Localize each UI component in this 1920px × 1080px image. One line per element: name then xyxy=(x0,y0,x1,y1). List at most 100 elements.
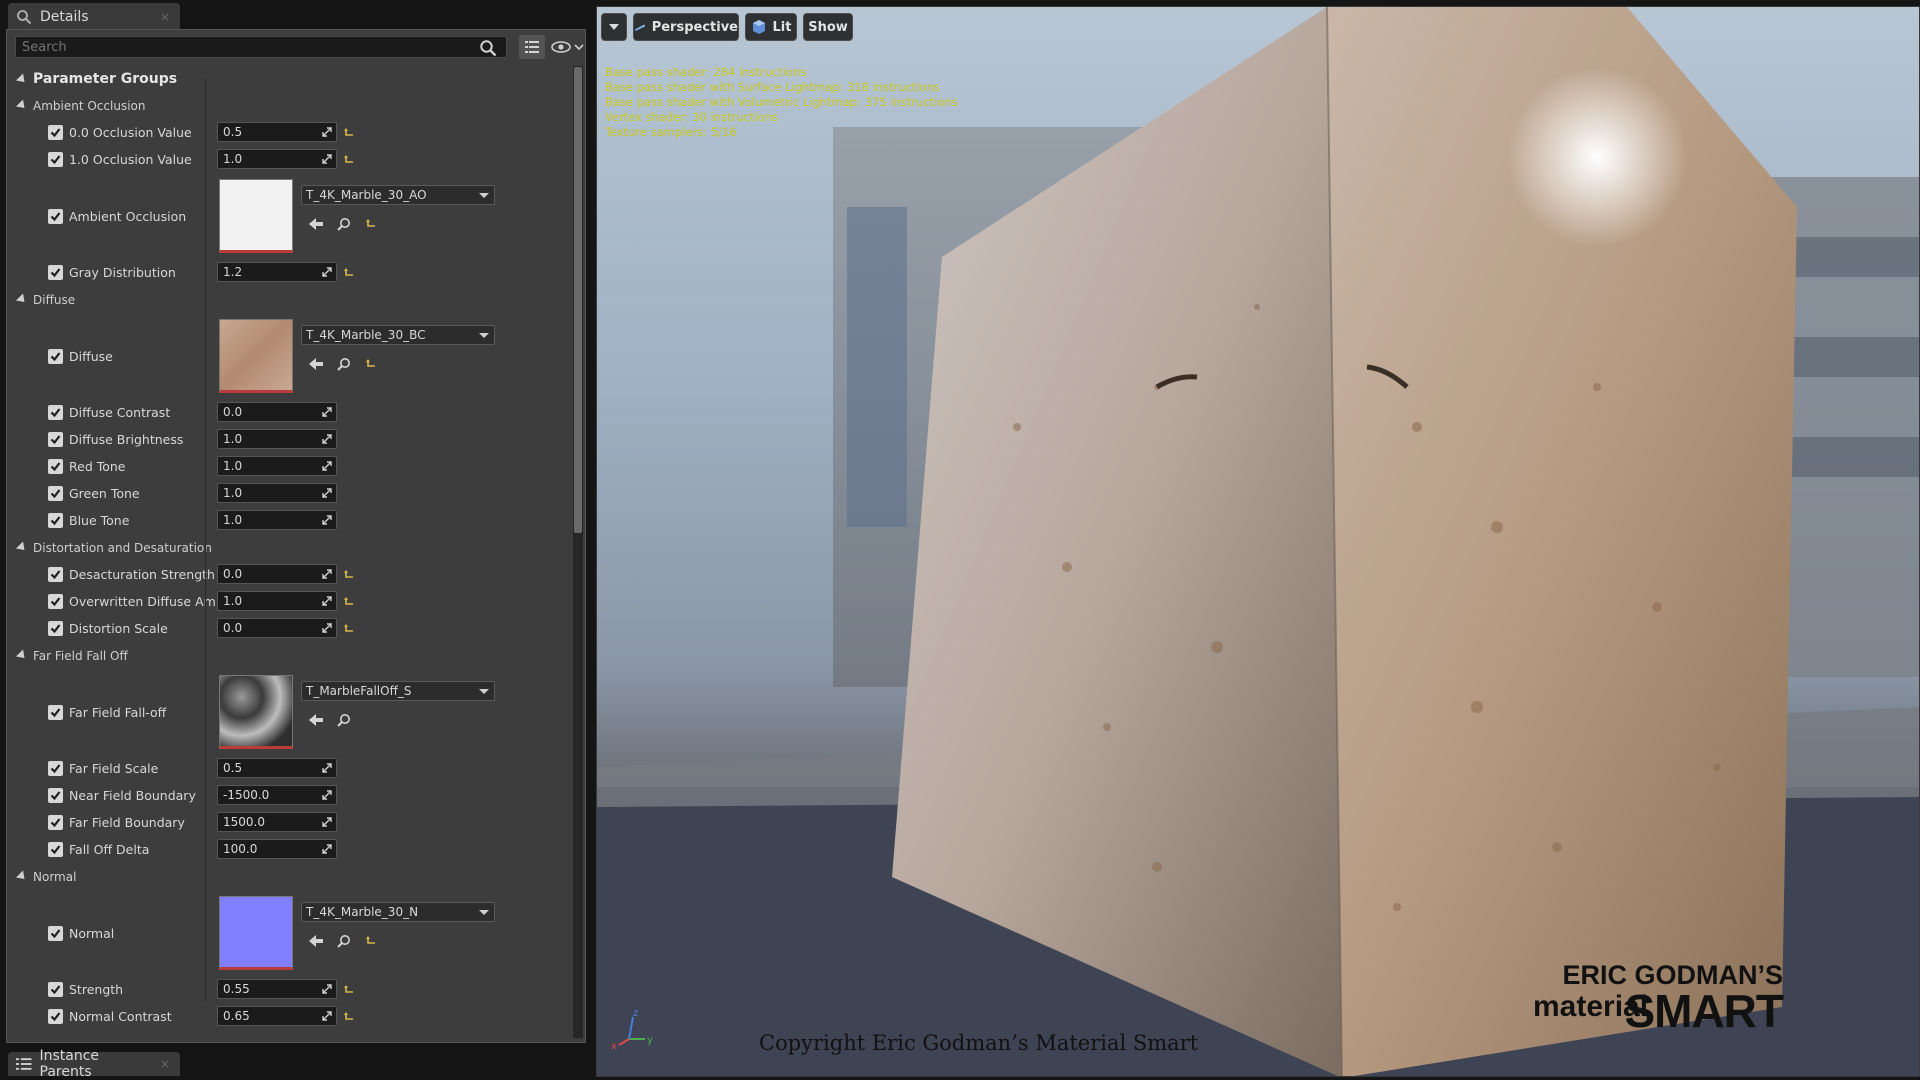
drag-adjust-icon[interactable] xyxy=(321,843,333,855)
value-field[interactable]: 1.0 xyxy=(217,456,337,476)
override-checkbox[interactable] xyxy=(48,815,63,830)
reset-to-default-icon[interactable] xyxy=(343,569,355,581)
value-field[interactable]: 1.2 xyxy=(217,262,337,282)
override-checkbox[interactable] xyxy=(48,842,63,857)
drag-adjust-icon[interactable] xyxy=(321,816,333,828)
expand-arrow-icon[interactable] xyxy=(15,72,29,86)
reset-to-default-icon[interactable] xyxy=(343,596,355,608)
override-checkbox[interactable] xyxy=(48,926,63,941)
override-checkbox[interactable] xyxy=(48,459,63,474)
drag-adjust-icon[interactable] xyxy=(321,153,333,165)
texture-thumbnail[interactable] xyxy=(219,319,293,393)
drag-adjust-icon[interactable] xyxy=(321,406,333,418)
drag-adjust-icon[interactable] xyxy=(321,983,333,995)
override-checkbox[interactable] xyxy=(48,405,63,420)
drag-adjust-icon[interactable] xyxy=(321,789,333,801)
drag-adjust-icon[interactable] xyxy=(321,568,333,580)
override-checkbox[interactable] xyxy=(48,432,63,447)
drag-adjust-icon[interactable] xyxy=(321,433,333,445)
search-input[interactable] xyxy=(15,36,507,58)
value-field[interactable]: 1.0 xyxy=(217,510,337,530)
drag-adjust-icon[interactable] xyxy=(321,1010,333,1022)
override-checkbox[interactable] xyxy=(48,621,63,636)
expand-arrow-icon[interactable] xyxy=(15,293,29,306)
viewport-options-button[interactable] xyxy=(601,13,627,41)
details-tab[interactable]: Details × xyxy=(8,3,180,31)
column-divider[interactable] xyxy=(205,78,206,1002)
texture-dropdown[interactable]: T_4K_Marble_30_BC xyxy=(301,325,495,345)
texture-dropdown[interactable]: T_4K_Marble_30_AO xyxy=(301,185,495,205)
value-field[interactable]: 1.0 xyxy=(217,483,337,503)
parameter-group-header[interactable]: Distortation and Desaturation xyxy=(13,534,568,561)
visibility-filter-button[interactable] xyxy=(551,38,587,56)
texture-thumbnail[interactable] xyxy=(219,896,293,970)
scrollbar[interactable] xyxy=(573,66,583,1038)
texture-dropdown[interactable]: T_MarbleFallOff_S xyxy=(301,681,495,701)
reset-to-default-icon[interactable] xyxy=(343,127,355,139)
browse-magnifier-icon[interactable] xyxy=(337,357,351,371)
use-selected-arrow-icon[interactable] xyxy=(309,714,323,726)
override-checkbox[interactable] xyxy=(48,209,63,224)
override-checkbox[interactable] xyxy=(48,513,63,528)
override-checkbox[interactable] xyxy=(48,594,63,609)
parameter-groups-header[interactable]: Parameter Groups xyxy=(13,66,568,92)
parameter-group-header[interactable]: Far Field Fall Off xyxy=(13,642,568,669)
override-checkbox[interactable] xyxy=(48,705,63,720)
reset-to-default-icon[interactable] xyxy=(365,935,377,947)
override-checkbox[interactable] xyxy=(48,349,63,364)
browse-magnifier-icon[interactable] xyxy=(337,217,351,231)
value-field[interactable]: 0.0 xyxy=(217,564,337,584)
value-field[interactable]: -1500.0 xyxy=(217,785,337,805)
scrollbar-thumb[interactable] xyxy=(574,67,582,533)
value-field[interactable]: 0.5 xyxy=(217,122,337,142)
use-selected-arrow-icon[interactable] xyxy=(309,358,323,370)
override-checkbox[interactable] xyxy=(48,567,63,582)
value-field[interactable]: 1.0 xyxy=(217,591,337,611)
drag-adjust-icon[interactable] xyxy=(321,460,333,472)
use-selected-arrow-icon[interactable] xyxy=(309,935,323,947)
reset-to-default-icon[interactable] xyxy=(365,358,377,370)
close-icon[interactable]: × xyxy=(160,10,170,24)
drag-adjust-icon[interactable] xyxy=(321,514,333,526)
reset-to-default-icon[interactable] xyxy=(343,267,355,279)
expand-arrow-icon[interactable] xyxy=(15,99,29,112)
value-field[interactable]: 100.0 xyxy=(217,839,337,859)
reset-to-default-icon[interactable] xyxy=(343,154,355,166)
texture-thumbnail[interactable] xyxy=(219,179,293,253)
close-icon[interactable]: × xyxy=(160,1057,170,1071)
value-field[interactable]: 0.5 xyxy=(217,758,337,778)
drag-adjust-icon[interactable] xyxy=(321,126,333,138)
reset-to-default-icon[interactable] xyxy=(343,623,355,635)
override-checkbox[interactable] xyxy=(48,152,63,167)
browse-magnifier-icon[interactable] xyxy=(337,934,351,948)
override-checkbox[interactable] xyxy=(48,982,63,997)
value-field[interactable]: 1500.0 xyxy=(217,812,337,832)
browse-magnifier-icon[interactable] xyxy=(337,713,351,727)
value-field[interactable]: 0.0 xyxy=(217,618,337,638)
texture-thumbnail[interactable] xyxy=(219,675,293,749)
parameter-group-header[interactable]: Ambient Occlusion xyxy=(13,92,568,119)
expand-arrow-icon[interactable] xyxy=(15,649,29,662)
parameter-group-header[interactable]: Diffuse xyxy=(13,286,568,313)
value-field[interactable]: 1.0 xyxy=(217,149,337,169)
search-icon[interactable] xyxy=(479,39,497,57)
override-checkbox[interactable] xyxy=(48,125,63,140)
expand-arrow-icon[interactable] xyxy=(15,541,29,554)
expand-arrow-icon[interactable] xyxy=(15,870,29,883)
value-field[interactable]: 0.55 xyxy=(217,979,337,999)
drag-adjust-icon[interactable] xyxy=(321,595,333,607)
override-checkbox[interactable] xyxy=(48,1009,63,1024)
drag-adjust-icon[interactable] xyxy=(321,487,333,499)
parameter-group-header[interactable]: Normal xyxy=(13,863,568,890)
show-button[interactable]: Show xyxy=(803,13,853,41)
drag-adjust-icon[interactable] xyxy=(321,266,333,278)
viewport[interactable]: Perspective Lit Show Base pass shader: 2… xyxy=(596,6,1920,1077)
texture-dropdown[interactable]: T_4K_Marble_30_N xyxy=(301,902,495,922)
override-checkbox[interactable] xyxy=(48,486,63,501)
lit-button[interactable]: Lit xyxy=(745,13,797,41)
value-field[interactable]: 1.0 xyxy=(217,429,337,449)
perspective-button[interactable]: Perspective xyxy=(633,13,739,41)
override-checkbox[interactable] xyxy=(48,788,63,803)
override-checkbox[interactable] xyxy=(48,761,63,776)
view-options-button[interactable] xyxy=(519,35,545,59)
